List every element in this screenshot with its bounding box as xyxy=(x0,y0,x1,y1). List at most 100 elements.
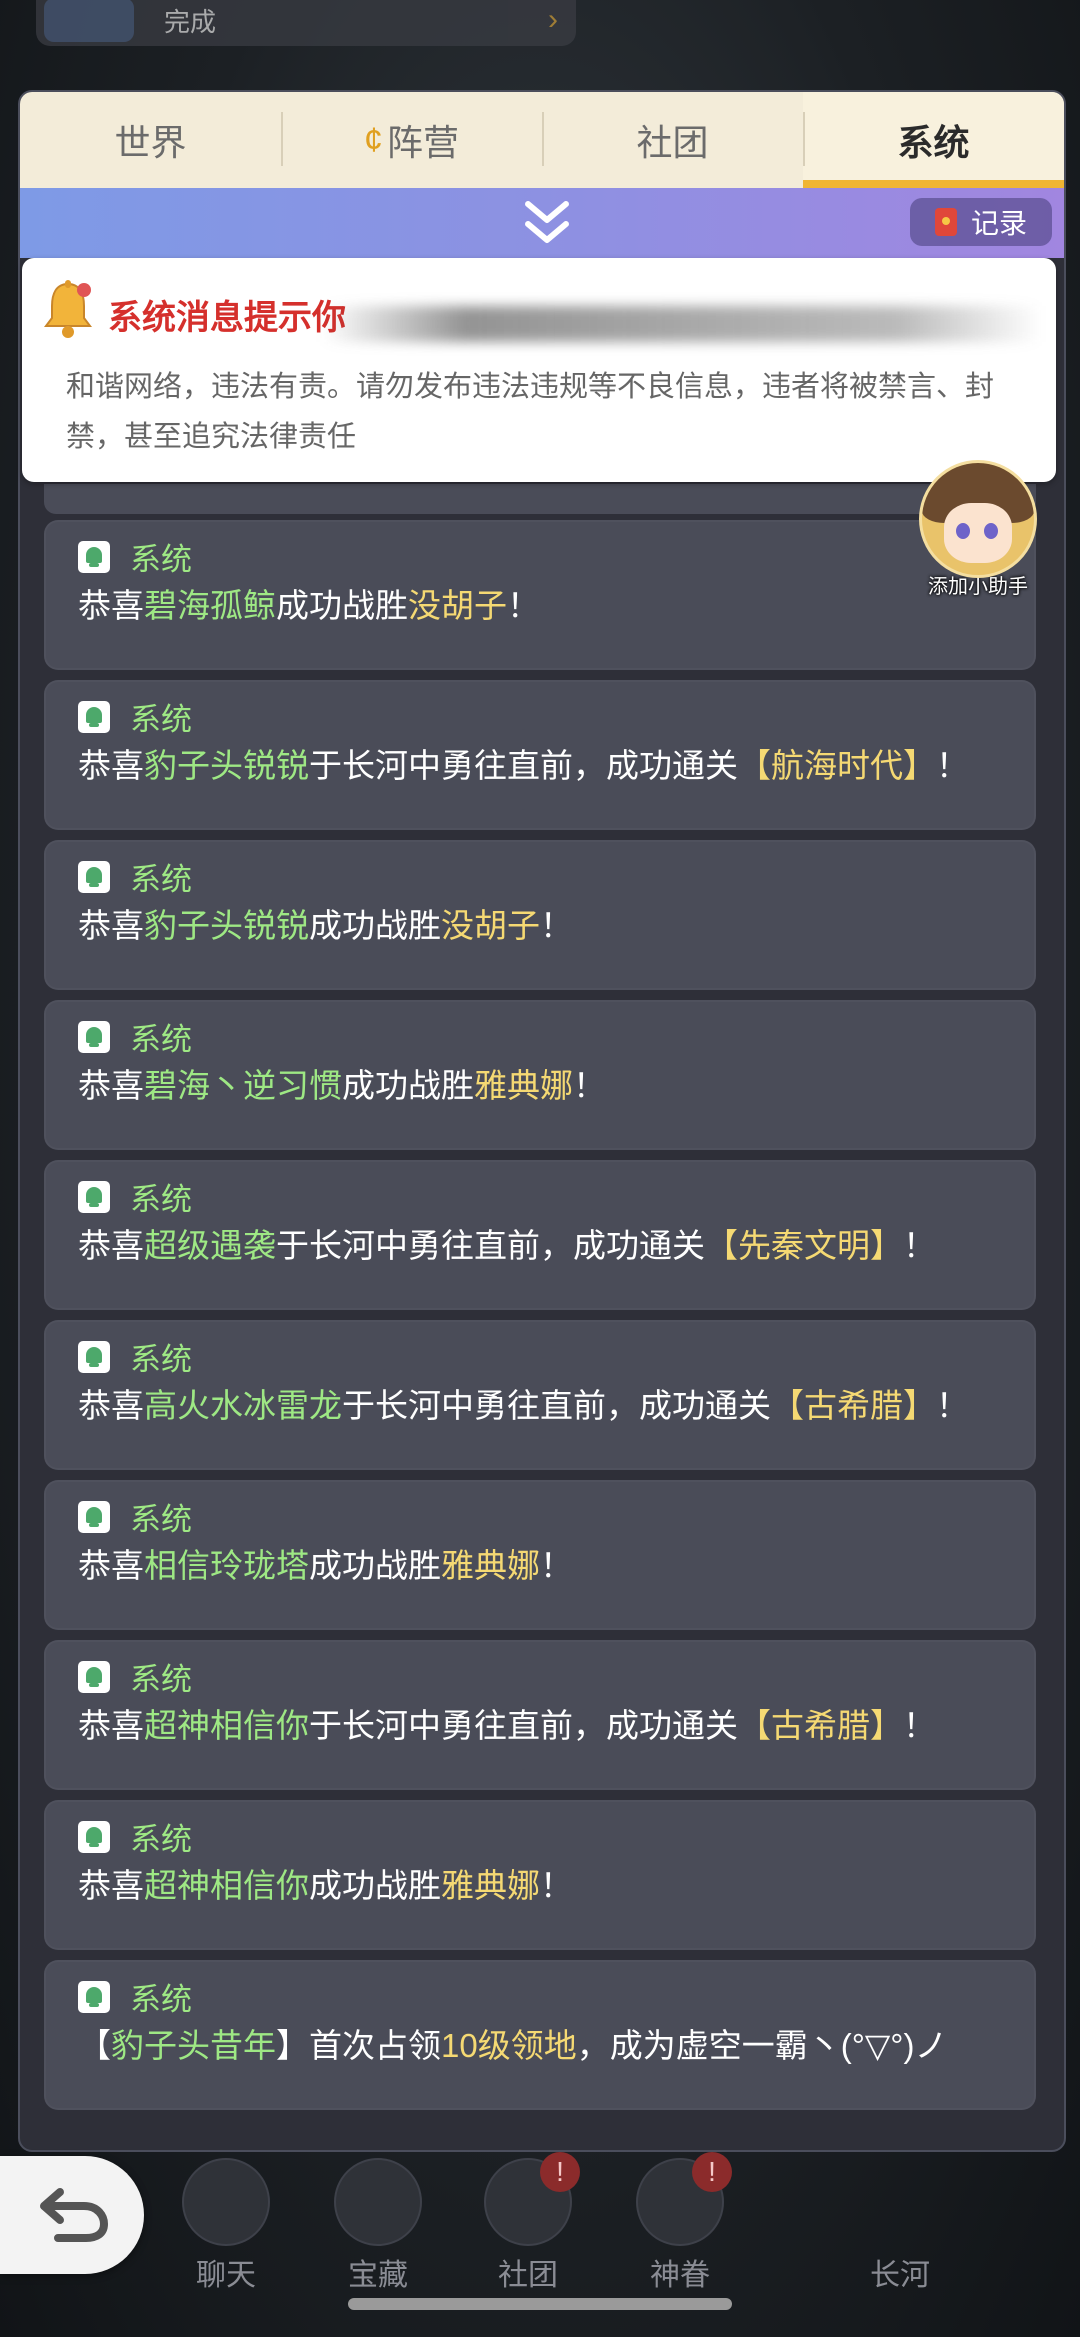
notice-body: 和谐网络，违法有责。请勿发布违法违规等不良信息，违者将被禁言、封禁，甚至追究法律… xyxy=(66,371,995,453)
tab-camp[interactable]: ¢ 阵营 xyxy=(281,92,542,188)
highlight-text: 【古希腊】 xyxy=(771,1387,936,1424)
message-fragment: 【 xyxy=(78,2027,111,2064)
partial-message xyxy=(44,484,1036,514)
player-name[interactable]: 豹子头昔年 xyxy=(111,2027,276,2064)
back-button[interactable] xyxy=(0,2156,144,2274)
double-chevron-down-icon[interactable] xyxy=(522,196,572,252)
message-sender: 系统 xyxy=(130,862,192,897)
nav-river[interactable]: 长河 xyxy=(840,2158,960,2294)
message-card: 系统 恭喜超神相信你于长河中勇往直前，成功通关【古希腊】！ xyxy=(44,1640,1036,1790)
nav-treasure[interactable]: 宝藏 xyxy=(318,2158,438,2294)
message-sender: 系统 xyxy=(130,1502,192,1537)
message-card: 系统 恭喜碧海孤鲸成功战胜没胡子！ xyxy=(44,520,1036,670)
player-name[interactable]: 超级遇袭 xyxy=(144,1227,276,1264)
message-fragment: 】首次占领 xyxy=(276,2027,441,2064)
message-header: 系统 xyxy=(78,1174,192,1219)
player-name[interactable]: 豹子头锐锐 xyxy=(144,907,309,944)
nav-label: 社团 xyxy=(498,2259,558,2292)
message-sender: 系统 xyxy=(130,1342,192,1377)
alert-badge: ! xyxy=(692,2152,732,2192)
tab-label: 阵营 xyxy=(386,122,459,163)
system-bell-icon xyxy=(78,1020,110,1053)
message-header: 系统 xyxy=(78,1814,192,1859)
tab-label: 系统 xyxy=(897,122,970,163)
message-text: 【豹子头昔年】首次占领10级领地，成为虚空一霸丶(°▽°)ノ xyxy=(78,2020,1008,2072)
tab-world[interactable]: 世界 xyxy=(20,92,281,188)
system-bell-icon xyxy=(78,1820,110,1853)
message-card: 系统 恭喜豹子头锐锐于长河中勇往直前，成功通关【航海时代】！ xyxy=(44,680,1036,830)
nav-label: 长河 xyxy=(870,2259,930,2292)
nav-label: 宝藏 xyxy=(348,2259,408,2292)
chat-icon xyxy=(182,2158,270,2246)
message-fragment: 恭喜 xyxy=(78,747,144,784)
highlight-text: 雅典娜 xyxy=(441,1547,540,1584)
nav-label: 神眷 xyxy=(650,2259,710,2292)
player-name[interactable]: 高火水冰雷龙 xyxy=(144,1387,342,1424)
tab-system[interactable]: 系统 xyxy=(803,92,1064,188)
message-fragment: ！ xyxy=(903,1227,936,1264)
message-header: 系统 xyxy=(78,1974,192,2019)
tab-label: 世界 xyxy=(114,122,187,163)
message-fragment: ！ xyxy=(936,1387,969,1424)
message-card: 系统 恭喜超神相信你成功战胜雅典娜！ xyxy=(44,1800,1036,1950)
treasure-icon xyxy=(334,2158,422,2246)
back-arrow-icon xyxy=(40,2188,109,2242)
highlight-text: 没胡子 xyxy=(408,587,507,624)
message-card: 系统 恭喜高火水冰雷龙于长河中勇往直前，成功通关【古希腊】！ xyxy=(44,1320,1036,1470)
message-header: 系统 xyxy=(78,854,192,899)
message-fragment: 成功战胜 xyxy=(309,1867,441,1904)
tab-bar: 世界 ¢ 阵营 社团 系统 xyxy=(20,92,1064,188)
nav-club[interactable]: ! 社团 xyxy=(468,2152,588,2294)
nav-label: 聊天 xyxy=(196,2259,256,2292)
message-header: 系统 xyxy=(78,1654,192,1699)
message-text: 恭喜碧海丶逆习惯成功战胜雅典娜！ xyxy=(78,1060,1008,1112)
message-fragment: 恭喜 xyxy=(78,1387,144,1424)
message-text: 恭喜超神相信你于长河中勇往直前，成功通关【古希腊】！ xyxy=(78,1700,1008,1752)
red-envelope-icon xyxy=(934,208,957,236)
nav-blessing[interactable]: ! 神眷 xyxy=(620,2152,740,2294)
system-bell-icon xyxy=(78,1660,110,1693)
tab-label: 社团 xyxy=(636,122,709,163)
message-fragment: 恭喜 xyxy=(78,1067,144,1104)
player-name[interactable]: 超神相信你 xyxy=(144,1867,309,1904)
message-header: 系统 xyxy=(78,694,192,739)
message-fragment: 于长河中勇往直前，成功通关 xyxy=(342,1387,771,1424)
message-sender: 系统 xyxy=(130,1822,192,1857)
helper-avatar xyxy=(919,460,1037,578)
message-header: 系统 xyxy=(78,1014,192,1059)
record-label: 记录 xyxy=(970,208,1027,239)
banner-icon xyxy=(44,0,134,42)
message-text: 恭喜高火水冰雷龙于长河中勇往直前，成功通关【古希腊】！ xyxy=(78,1380,1008,1432)
tab-club[interactable]: 社团 xyxy=(542,92,803,188)
system-bell-icon xyxy=(78,1180,110,1213)
player-name[interactable]: 相信玲珑塔 xyxy=(144,1547,309,1584)
add-helper-button[interactable]: 添加小助手 xyxy=(918,460,1038,598)
message-fragment: ！ xyxy=(507,587,540,624)
system-bell-icon xyxy=(78,540,110,573)
alert-badge: ! xyxy=(540,2152,580,2192)
message-fragment: 于长河中勇往直前，成功通关 xyxy=(309,1707,738,1744)
system-bell-icon xyxy=(78,1980,110,2013)
system-bell-icon xyxy=(78,1500,110,1533)
top-banner: 完成 › xyxy=(36,0,576,46)
highlight-text: 10级领地 xyxy=(441,2027,577,2064)
player-name[interactable]: 超神相信你 xyxy=(144,1707,309,1744)
message-sender: 系统 xyxy=(130,1022,192,1057)
message-card: 系统 恭喜超级遇袭于长河中勇往直前，成功通关【先秦文明】！ xyxy=(44,1160,1036,1310)
message-header: 系统 xyxy=(78,534,192,579)
message-text: 恭喜超级遇袭于长河中勇往直前，成功通关【先秦文明】！ xyxy=(78,1220,1008,1272)
player-name[interactable]: 碧海丶逆习惯 xyxy=(144,1067,342,1104)
notice-title: 系统消息提示你 xyxy=(108,299,346,337)
player-name[interactable]: 豹子头锐锐 xyxy=(144,747,309,784)
message-card: 系统 【豹子头昔年】首次占领10级领地，成为虚空一霸丶(°▽°)ノ xyxy=(44,1960,1036,2110)
message-fragment: 恭喜 xyxy=(78,587,144,624)
highlight-text: 雅典娜 xyxy=(474,1067,573,1104)
message-fragment: ！ xyxy=(903,1707,936,1744)
message-fragment: ！ xyxy=(540,1867,573,1904)
message-sender: 系统 xyxy=(130,1982,192,2017)
nav-chat[interactable]: 聊天 xyxy=(166,2158,286,2294)
message-fragment: ！ xyxy=(540,1547,573,1584)
record-button[interactable]: 记录 xyxy=(910,198,1052,246)
highlight-text: 没胡子 xyxy=(441,907,540,944)
player-name[interactable]: 碧海孤鲸 xyxy=(144,587,276,624)
